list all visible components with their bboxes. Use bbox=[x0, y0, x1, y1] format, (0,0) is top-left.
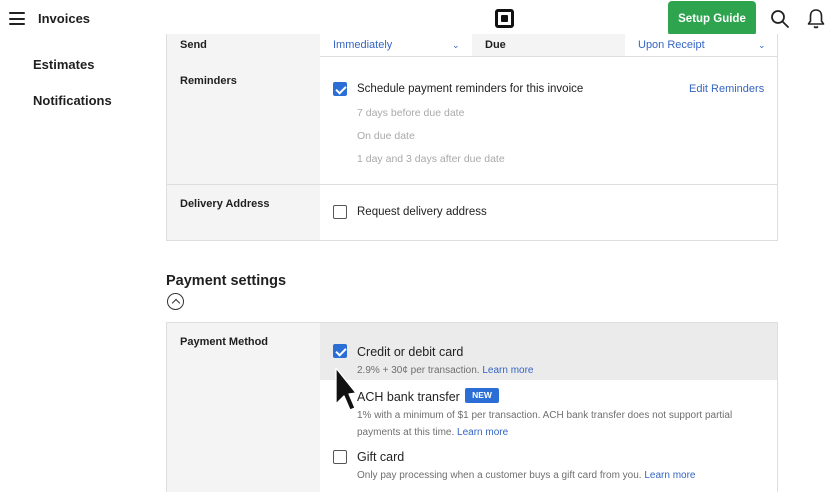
gift-card-learn-more-link[interactable]: Learn more bbox=[644, 470, 695, 481]
divider bbox=[167, 184, 777, 185]
delivery-address-checkbox-label[interactable]: Request delivery address bbox=[357, 206, 487, 218]
reminders-checkbox-label[interactable]: Schedule payment reminders for this invo… bbox=[357, 83, 583, 95]
new-badge: NEW bbox=[465, 388, 499, 403]
collapse-chevron-up-icon[interactable] bbox=[167, 293, 184, 310]
credit-card-option-label[interactable]: Credit or debit card bbox=[357, 345, 463, 359]
nav-title[interactable]: Invoices bbox=[38, 11, 90, 26]
gift-card-option-label[interactable]: Gift card bbox=[357, 450, 404, 464]
payment-method-label: Payment Method bbox=[180, 336, 269, 348]
reminders-label: Reminders bbox=[180, 75, 237, 87]
bell-icon[interactable] bbox=[806, 8, 826, 30]
send-label: Send bbox=[180, 39, 207, 51]
due-label: Due bbox=[485, 39, 506, 51]
due-select[interactable]: Upon Receipt bbox=[638, 39, 705, 51]
sidebar-item-estimates[interactable]: Estimates bbox=[33, 57, 94, 72]
reminders-checkbox[interactable] bbox=[333, 82, 347, 96]
top-bar: Invoices Setup Guide bbox=[0, 0, 840, 38]
credit-card-fee-text: 2.9% + 30¢ per transaction. bbox=[357, 365, 480, 376]
send-timing-select[interactable]: Immediately bbox=[333, 39, 392, 51]
ach-description-line2: payments at this time. Learn more bbox=[357, 427, 508, 438]
ach-description-text: payments at this time. bbox=[357, 427, 455, 438]
credit-card-description: 2.9% + 30¢ per transaction. Learn more bbox=[357, 365, 534, 376]
gift-card-checkbox[interactable] bbox=[333, 450, 347, 464]
mouse-pointer-icon bbox=[335, 367, 356, 411]
delivery-address-checkbox[interactable] bbox=[333, 205, 347, 219]
payment-method-panel: Payment Method Credit or debit card 2.9%… bbox=[166, 322, 778, 492]
ach-learn-more-link[interactable]: Learn more bbox=[457, 427, 508, 438]
sidebar-item-notifications[interactable]: Notifications bbox=[33, 93, 112, 108]
reminder-schedule-item: 1 day and 3 days after due date bbox=[357, 153, 505, 165]
edit-reminders-link[interactable]: Edit Reminders bbox=[689, 83, 764, 95]
payment-label-column bbox=[167, 323, 320, 492]
divider bbox=[320, 56, 777, 57]
ach-description-line1: 1% with a minimum of $1 per transaction.… bbox=[357, 410, 733, 421]
gift-card-fee-text: Only pay processing when a customer buys… bbox=[357, 470, 642, 481]
credit-card-learn-more-link[interactable]: Learn more bbox=[482, 365, 533, 376]
send-chevron-down-icon[interactable]: ⌄ bbox=[452, 40, 460, 51]
hamburger-menu-icon[interactable] bbox=[9, 12, 25, 25]
setup-guide-button[interactable]: Setup Guide bbox=[668, 1, 756, 36]
delivery-address-label: Delivery Address bbox=[180, 198, 270, 210]
square-logo-icon[interactable] bbox=[495, 9, 514, 28]
search-icon[interactable] bbox=[770, 9, 790, 29]
payment-settings-title: Payment settings bbox=[166, 273, 287, 289]
invoice-settings-panel: Send Immediately ⌄ Due Upon Receipt ⌄ Re… bbox=[166, 34, 778, 241]
gift-card-description: Only pay processing when a customer buys… bbox=[357, 470, 696, 481]
credit-card-checkbox[interactable] bbox=[333, 344, 347, 358]
due-chevron-down-icon[interactable]: ⌄ bbox=[758, 40, 766, 51]
reminder-schedule-item: On due date bbox=[357, 130, 415, 142]
reminder-schedule-item: 7 days before due date bbox=[357, 107, 465, 119]
ach-option-label[interactable]: ACH bank transfer bbox=[357, 390, 460, 404]
